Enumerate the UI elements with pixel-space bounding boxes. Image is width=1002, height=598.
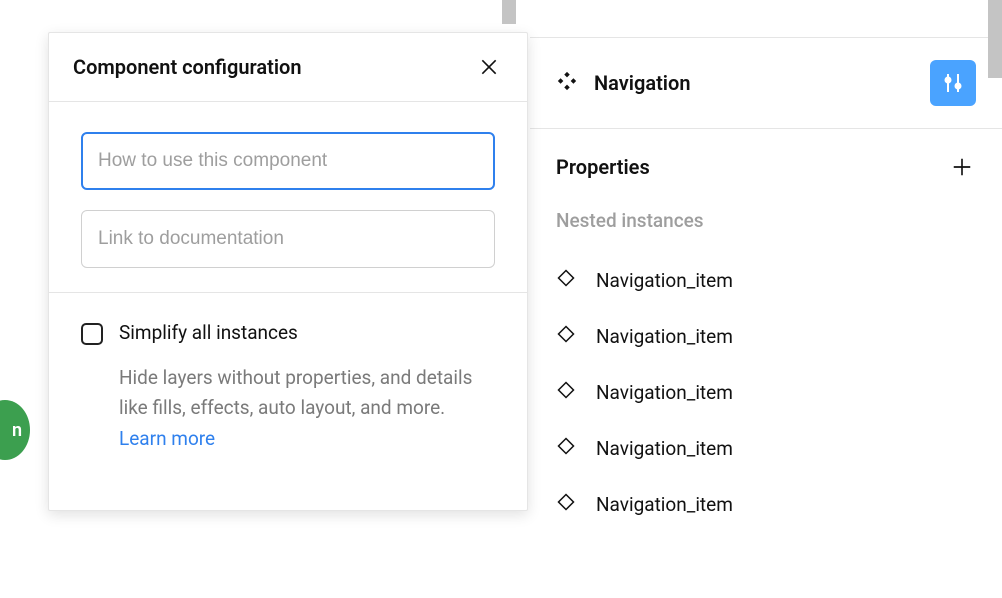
sidebar-top-divider [530,0,1002,38]
simplify-checkbox[interactable] [81,323,103,345]
instance-label: Navigation_item [596,269,733,292]
floating-badge-letter: n [12,420,22,441]
scrollbar-thumb[interactable] [988,0,1002,78]
nested-instances-label: Nested instances [556,209,976,232]
sidebar-header: Navigation [530,38,1002,129]
properties-header: Properties [556,153,976,181]
instance-list: Navigation_item Navigation_item Navigati… [556,252,976,532]
modal-header: Component configuration [49,33,527,102]
properties-title: Properties [556,155,650,179]
simplify-checkbox-row: Simplify all instances [81,321,495,345]
component-settings-button[interactable] [930,60,976,106]
documentation-link-input[interactable] [81,210,495,268]
sidebar-header-left: Navigation [556,70,690,96]
properties-section: Properties Nested instances Navigation_i… [530,129,1002,532]
component-name: Navigation [594,71,690,95]
instance-diamond-icon [556,324,576,348]
instance-item[interactable]: Navigation_item [556,420,976,476]
close-button[interactable] [475,53,503,81]
instance-item[interactable]: Navigation_item [556,252,976,308]
instance-diamond-icon [556,380,576,404]
instance-item[interactable]: Navigation_item [556,308,976,364]
panel-divider [502,0,516,24]
modal-title: Component configuration [73,55,302,79]
floating-badge[interactable]: n [0,400,30,460]
instance-item[interactable]: Navigation_item [556,364,976,420]
learn-more-link[interactable]: Learn more [119,427,215,450]
instance-item[interactable]: Navigation_item [556,476,976,532]
instance-label: Navigation_item [596,325,733,348]
how-to-use-input[interactable] [81,132,495,190]
instance-label: Navigation_item [596,437,733,460]
simplify-description: Hide layers without properties, and deta… [119,363,495,454]
instance-label: Navigation_item [596,493,733,516]
component-configuration-modal: Component configuration Simplify all ins… [48,32,528,511]
instance-label: Navigation_item [596,381,733,404]
simplify-description-text: Hide layers without properties, and deta… [119,366,472,419]
right-sidebar: Navigation Properties Nested instances [530,0,1002,598]
simplify-section: Simplify all instances Hide layers witho… [49,293,527,510]
simplify-label: Simplify all instances [119,321,298,344]
component-icon [556,70,578,96]
add-property-button[interactable] [948,153,976,181]
instance-diamond-icon [556,492,576,516]
instance-diamond-icon [556,436,576,460]
modal-body [49,102,527,293]
instance-diamond-icon [556,268,576,292]
